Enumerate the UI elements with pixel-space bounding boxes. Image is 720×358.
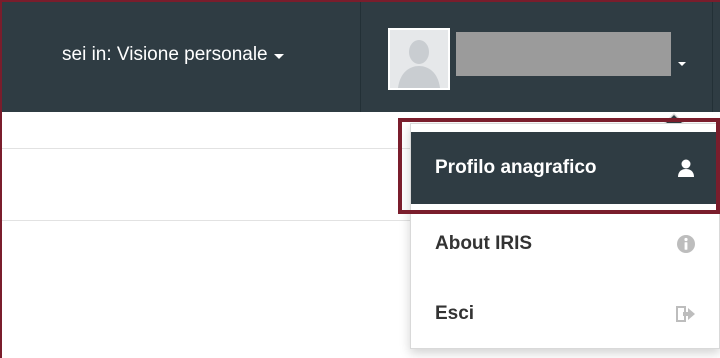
navbar-divider [360,2,361,112]
menu-item-label: Esci [435,303,475,324]
caret-down-icon [678,62,686,66]
content-divider [2,148,422,149]
menu-item-label: About IRIS [435,233,533,254]
content-divider [2,220,422,221]
menu-item-profilo-anagrafico[interactable]: Profilo anagrafico [411,132,719,204]
user-dropdown-menu: Profilo anagrafico About IRIS Esci [410,123,720,349]
user-silhouette-icon [390,30,448,88]
menu-item-label: Profilo anagrafico [435,157,597,178]
context-switch-dropdown[interactable]: sei in: Visione personale [62,38,284,72]
caret-down-icon [273,54,284,59]
menu-item-esci[interactable]: Esci [411,278,719,350]
info-icon [675,233,697,255]
sign-out-icon [675,303,697,325]
context-label: sei in: Visione personale [62,44,268,65]
avatar [388,28,450,90]
user-icon [675,157,697,179]
username-redacted [456,32,671,76]
menu-item-about-iris[interactable]: About IRIS [411,208,719,280]
navbar-divider [712,2,713,112]
user-menu-toggle[interactable] [388,28,688,90]
